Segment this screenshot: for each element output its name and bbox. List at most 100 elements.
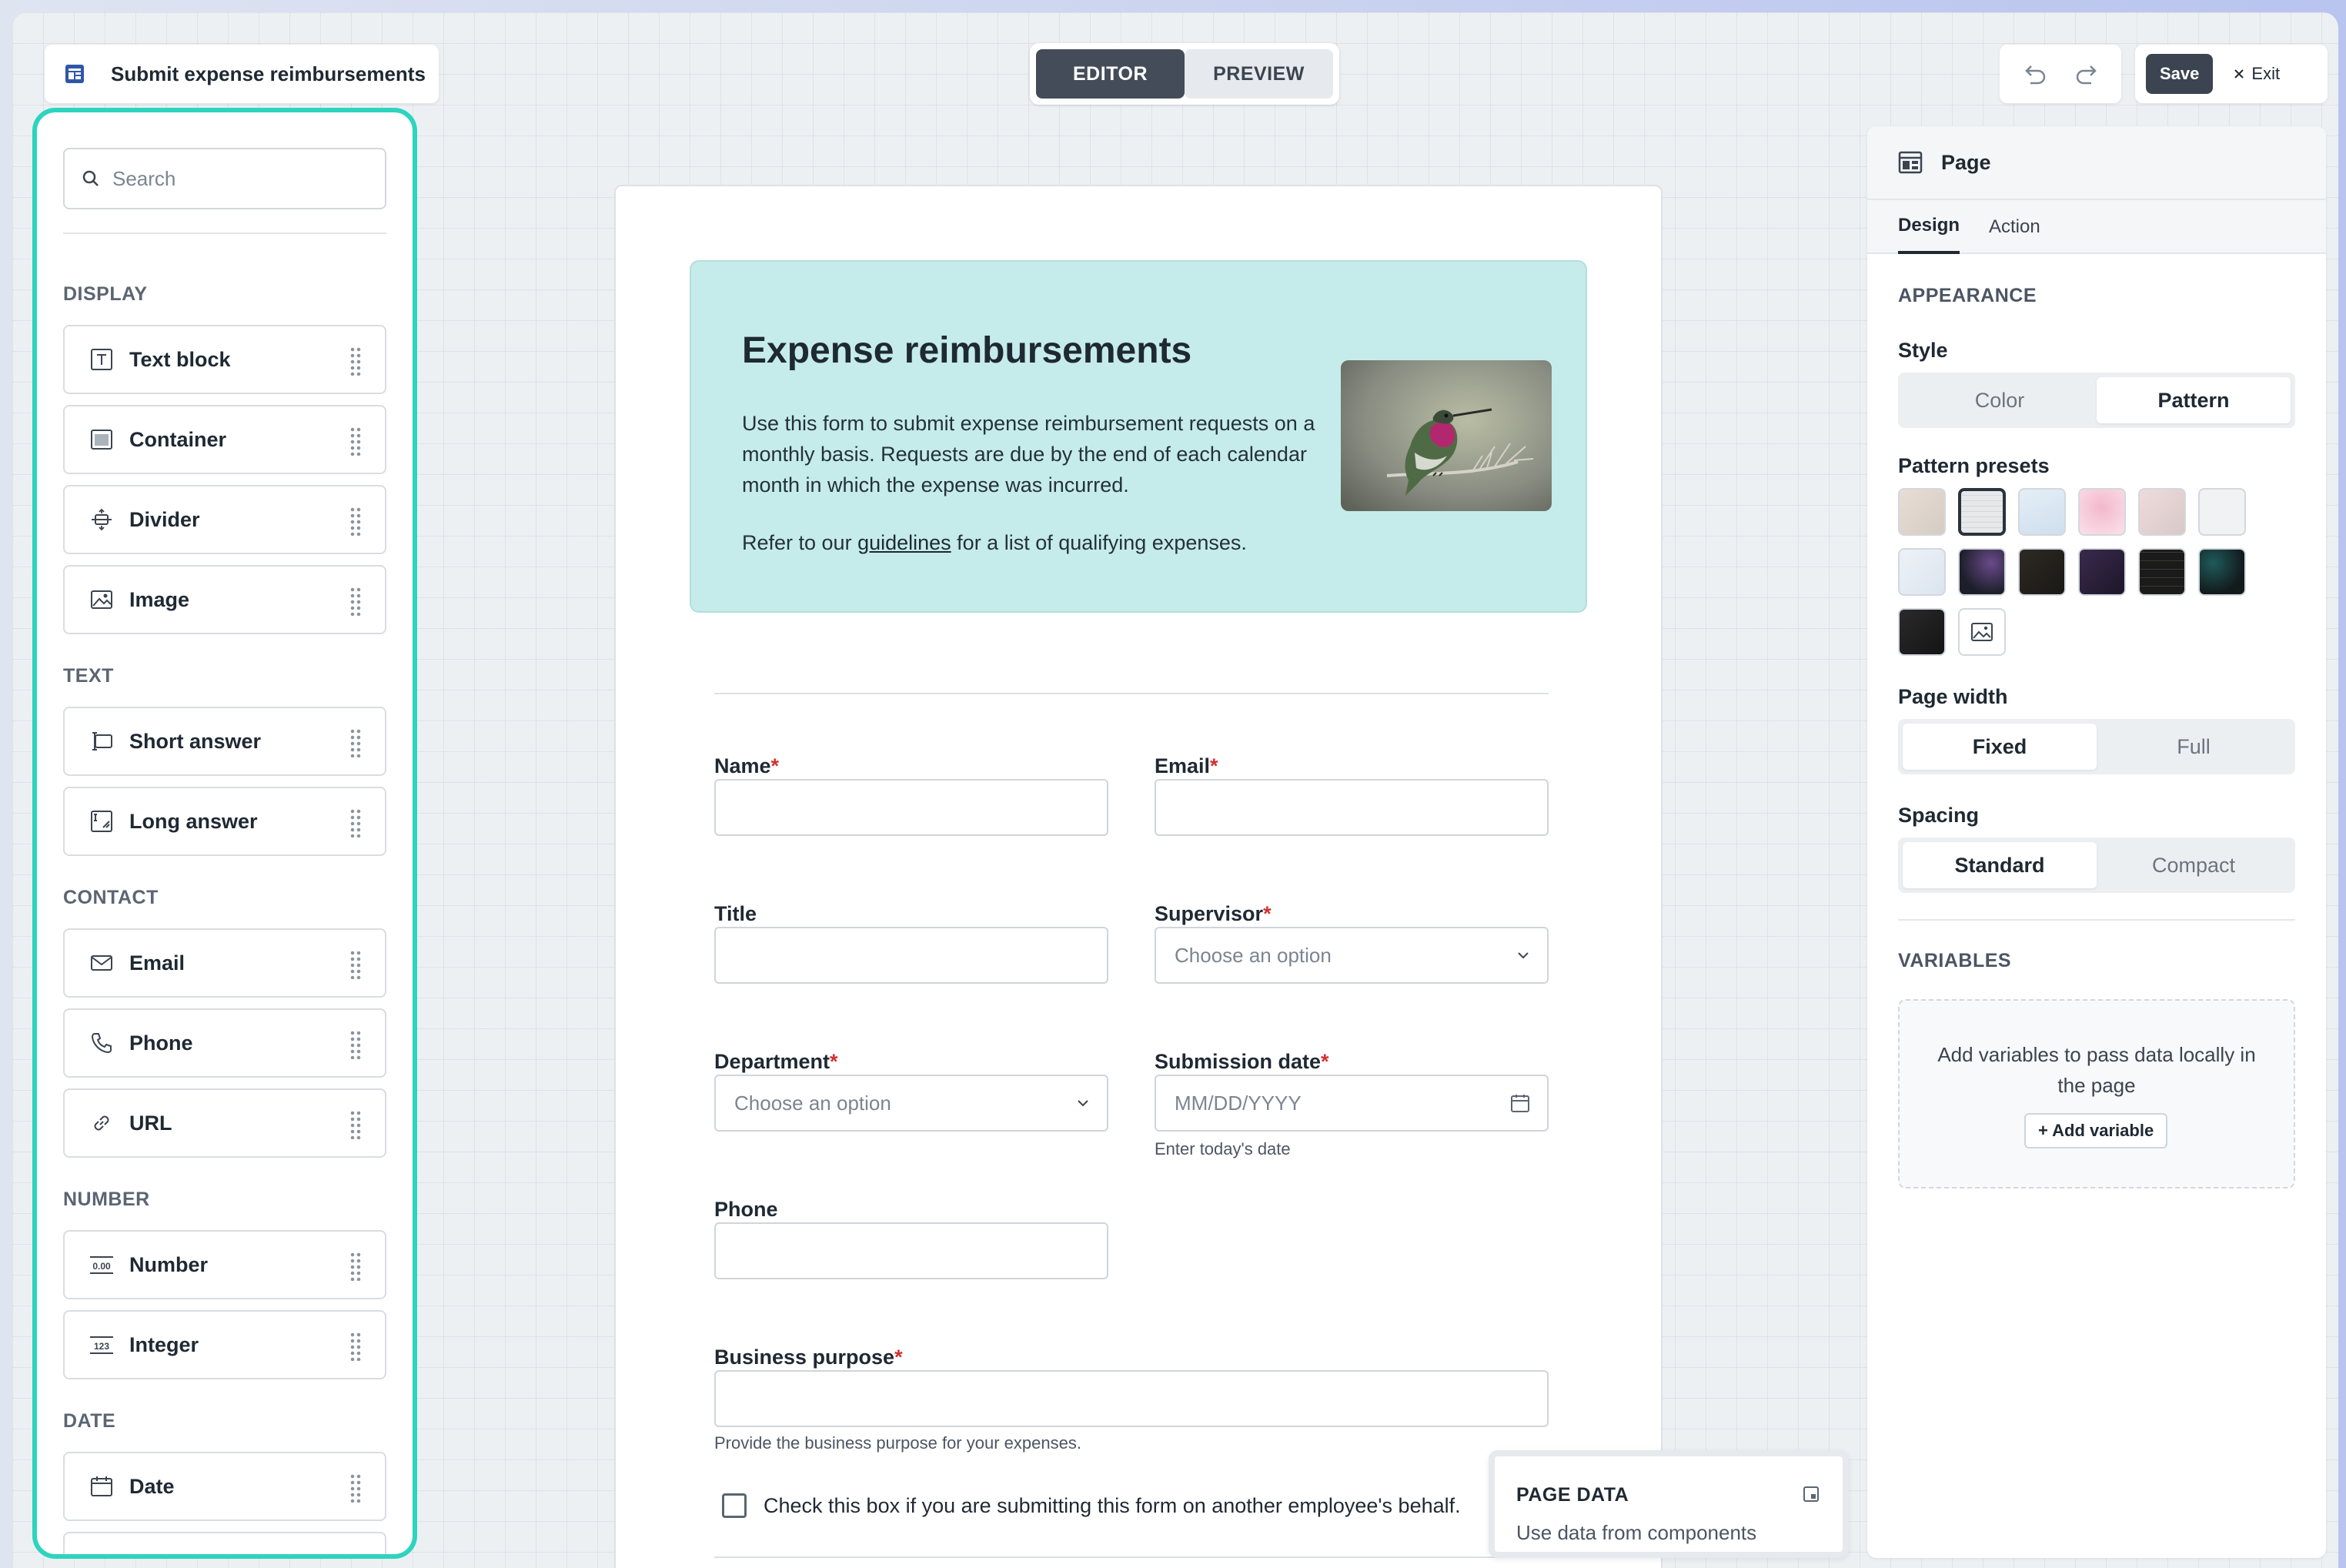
component-label: Text block xyxy=(129,347,231,371)
category-number: NUMBER xyxy=(63,1189,150,1210)
form-divider xyxy=(714,693,1549,694)
component-url[interactable]: URL xyxy=(63,1088,386,1158)
business-purpose-label: Business purpose* xyxy=(714,1346,903,1369)
palette-divider xyxy=(63,232,386,234)
tab-preview[interactable]: PREVIEW xyxy=(1185,49,1333,99)
name-input[interactable] xyxy=(714,779,1108,836)
component-integer[interactable]: 123 Integer xyxy=(63,1310,386,1379)
spacing-standard[interactable]: Standard xyxy=(1903,842,2097,888)
editor-canvas: Submit expense reimbursements EDITOR PRE… xyxy=(12,12,2338,1568)
appearance-heading: APPEARANCE xyxy=(1898,285,2037,306)
drag-handle-icon[interactable] xyxy=(349,346,362,376)
component-date[interactable]: Date xyxy=(63,1452,386,1521)
on-behalf-checkbox[interactable] xyxy=(722,1493,747,1518)
email-icon xyxy=(88,949,115,977)
component-number[interactable]: 0.00 Number xyxy=(63,1230,386,1299)
pattern-swatch[interactable] xyxy=(1958,548,2006,596)
pattern-swatch[interactable] xyxy=(2018,488,2066,536)
component-label: Date xyxy=(129,1474,175,1498)
title-input[interactable] xyxy=(714,927,1108,984)
expand-icon[interactable] xyxy=(1803,1486,1820,1506)
pattern-swatch[interactable] xyxy=(1898,548,1946,596)
inspector-panel: Page Design Action APPEARANCE Style Colo… xyxy=(1867,126,2326,1558)
style-pattern-option[interactable]: Pattern xyxy=(2097,377,2291,423)
business-purpose-input[interactable] xyxy=(714,1370,1549,1427)
drag-handle-icon[interactable] xyxy=(349,1030,362,1059)
tab-action[interactable]: Action xyxy=(1989,200,2040,254)
component-divider[interactable]: Divider xyxy=(63,485,386,554)
category-display: DISPLAY xyxy=(63,283,148,305)
supervisor-select[interactable]: Choose an option xyxy=(1155,927,1549,984)
component-phone[interactable]: Phone xyxy=(63,1008,386,1078)
style-color-option[interactable]: Color xyxy=(1903,377,2097,423)
page-data-subtitle: Use data from components xyxy=(1516,1521,1757,1544)
app-title-card: Submit expense reimbursements xyxy=(45,45,439,103)
pattern-swatch[interactable] xyxy=(1898,608,1946,656)
drag-handle-icon[interactable] xyxy=(349,950,362,979)
drag-handle-icon[interactable] xyxy=(349,426,362,456)
chevron-down-icon xyxy=(1076,1098,1090,1108)
drag-handle-icon[interactable] xyxy=(349,1252,362,1281)
drag-handle-icon[interactable] xyxy=(349,1110,362,1139)
custom-image-swatch[interactable] xyxy=(1958,608,2006,656)
component-partial[interactable] xyxy=(63,1532,386,1554)
save-button[interactable]: Save xyxy=(2146,54,2214,94)
submission-date-input[interactable]: MM/DD/YYYY xyxy=(1155,1075,1549,1132)
pattern-swatch[interactable] xyxy=(2078,488,2126,536)
guidelines-text: Refer to our guidelines for a list of qu… xyxy=(742,531,1247,554)
pattern-swatch[interactable] xyxy=(2018,548,2066,596)
drag-handle-icon[interactable] xyxy=(349,1473,362,1503)
on-behalf-checkbox-row[interactable]: Check this box if you are submitting thi… xyxy=(722,1493,1461,1518)
drag-handle-icon[interactable] xyxy=(349,1332,362,1361)
component-short-answer[interactable]: Short answer xyxy=(63,707,386,776)
pattern-swatch[interactable] xyxy=(2138,488,2186,536)
component-label: Short answer xyxy=(129,729,262,753)
link-icon xyxy=(88,1109,115,1137)
number-icon: 0.00 xyxy=(88,1251,115,1279)
component-container[interactable]: Container xyxy=(63,405,386,474)
page-data-panel[interactable]: PAGE DATA Use data from components xyxy=(1489,1450,1849,1558)
phone-input[interactable] xyxy=(714,1222,1108,1279)
name-label: Name* xyxy=(714,754,780,777)
component-long-answer[interactable]: Long answer xyxy=(63,787,386,856)
tab-editor[interactable]: EDITOR xyxy=(1036,49,1185,99)
pattern-swatch-selected[interactable] xyxy=(1958,488,2006,536)
svg-text:123: 123 xyxy=(94,1341,109,1352)
drag-handle-icon[interactable] xyxy=(349,507,362,536)
pattern-swatch[interactable] xyxy=(2198,548,2246,596)
drag-handle-icon[interactable] xyxy=(349,728,362,757)
component-label: Divider xyxy=(129,507,200,531)
undo-button[interactable] xyxy=(2015,55,2054,93)
drag-handle-icon[interactable] xyxy=(349,587,362,616)
form-page: Expense reimbursements Use this form to … xyxy=(614,185,1663,1568)
page-width-fixed[interactable]: Fixed xyxy=(1903,724,2097,770)
tab-design[interactable]: Design xyxy=(1898,200,1960,254)
hero-banner[interactable]: Expense reimbursements Use this form to … xyxy=(690,260,1587,613)
long-answer-icon xyxy=(88,807,115,835)
spacing-compact[interactable]: Compact xyxy=(2097,842,2291,888)
search-input[interactable]: Search xyxy=(63,148,386,209)
component-image[interactable]: Image xyxy=(63,565,386,634)
pattern-swatch[interactable] xyxy=(1898,488,1946,536)
drag-handle-icon[interactable] xyxy=(349,1553,362,1554)
chevron-down-icon xyxy=(1516,951,1530,960)
svg-text:0.00: 0.00 xyxy=(92,1261,111,1272)
component-text-block[interactable]: Text block xyxy=(63,325,386,394)
email-input[interactable] xyxy=(1155,779,1549,836)
close-icon xyxy=(2234,69,2244,79)
pattern-swatch[interactable] xyxy=(2138,548,2186,596)
redo-button[interactable] xyxy=(2068,55,2107,93)
department-select[interactable]: Choose an option xyxy=(714,1075,1108,1132)
component-email[interactable]: Email xyxy=(63,928,386,998)
save-exit-group: Save Exit xyxy=(2135,45,2328,103)
add-variable-button[interactable]: + Add variable xyxy=(2024,1113,2168,1148)
guidelines-link[interactable]: guidelines xyxy=(857,531,951,554)
date-placeholder: MM/DD/YYYY xyxy=(1175,1091,1302,1115)
pattern-swatch[interactable] xyxy=(2198,488,2246,536)
exit-button[interactable]: Exit xyxy=(2233,64,2280,84)
calendar-icon[interactable] xyxy=(1510,1093,1530,1113)
pattern-swatch[interactable] xyxy=(2078,548,2126,596)
page-width-full[interactable]: Full xyxy=(2097,724,2291,770)
drag-handle-icon[interactable] xyxy=(349,808,362,837)
form-divider-bottom xyxy=(714,1556,1549,1558)
